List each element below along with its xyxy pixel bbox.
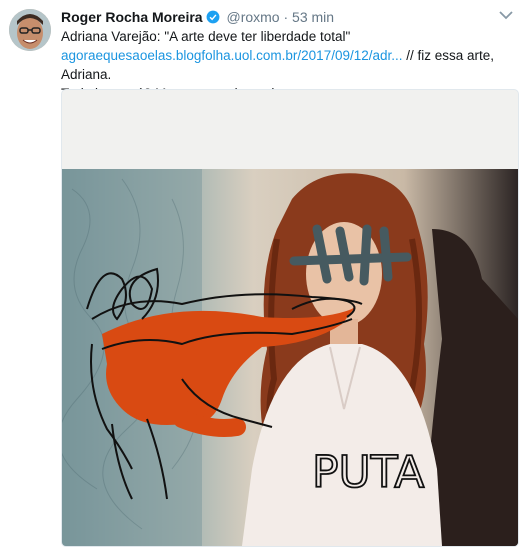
media-image[interactable]: PUTA [61,89,519,547]
defaced-photo: PUTA [62,169,518,546]
avatar[interactable] [9,9,51,51]
avatar-image [9,9,51,51]
timestamp[interactable]: 53 min [292,9,334,25]
separator: · [283,9,289,25]
tweet-header: Roger Rocha Moreira @roxmo · 53 min [61,8,334,26]
author-handle[interactable]: @roxmo [226,9,279,25]
article-link[interactable]: agoraequesaoelas.blogfolha.uol.com.br/20… [61,48,403,63]
author-name[interactable]: Roger Rocha Moreira [61,9,203,25]
verified-badge-icon [206,10,220,24]
chevron-down-icon[interactable] [499,10,513,20]
scrawled-text: PUTA [312,447,424,498]
tweet-text-line1: Adriana Varejão: "A arte deve ter liberd… [61,29,351,44]
